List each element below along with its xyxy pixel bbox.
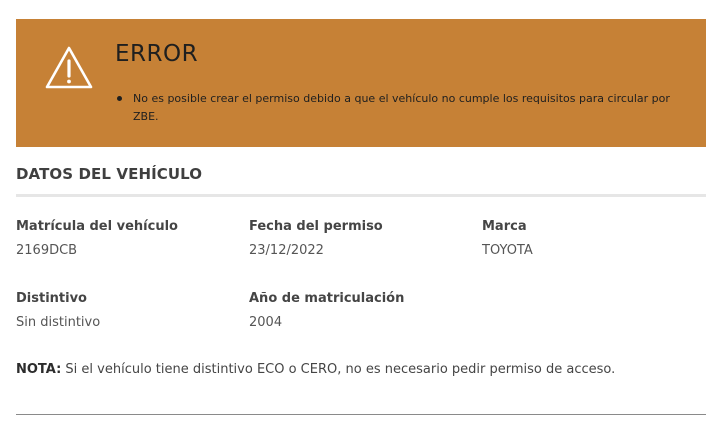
error-alert: ERROR No es posible crear el permiso deb… [16,19,706,147]
field-value: 23/12/2022 [249,243,324,258]
note-text: Si el vehículo tiene distintivo ECO o CE… [61,362,616,377]
error-message-list: No es posible crear el permiso debido a … [117,90,677,126]
error-message-item: No es posible crear el permiso debido a … [117,90,677,126]
field-value: Sin distintivo [16,315,101,330]
field-value: 2004 [249,315,283,330]
note-label: NOTA: [16,362,62,377]
field-fecha-permiso: Fecha del permiso 23/12/2022 [249,218,383,260]
field-value: 2169DCB [16,243,78,258]
field-label: Marca [482,219,527,234]
field-label: Distintivo [16,291,87,306]
page: ERROR No es posible crear el permiso deb… [0,0,719,426]
warning-triangle-icon [45,46,93,89]
field-marca: Marca TOYOTA [482,218,533,260]
section-divider [16,194,706,197]
field-label: Fecha del permiso [249,219,383,234]
field-label: Matrícula del vehículo [16,219,178,234]
note: NOTA: Si el vehículo tiene distintivo EC… [16,361,615,379]
section-title: DATOS DEL VEHÍCULO [16,165,203,183]
field-matricula: Matrícula del vehículo 2169DCB [16,218,178,260]
field-value: TOYOTA [482,243,533,258]
bullet-icon [117,96,122,101]
error-message-text: No es posible crear el permiso debido a … [133,92,670,123]
bottom-divider [16,414,706,415]
field-label: Año de matriculación [249,291,405,306]
field-anio-matriculacion: Año de matriculación 2004 [249,290,404,332]
field-distintivo: Distintivo Sin distintivo [16,290,100,332]
error-title: ERROR [115,41,199,67]
